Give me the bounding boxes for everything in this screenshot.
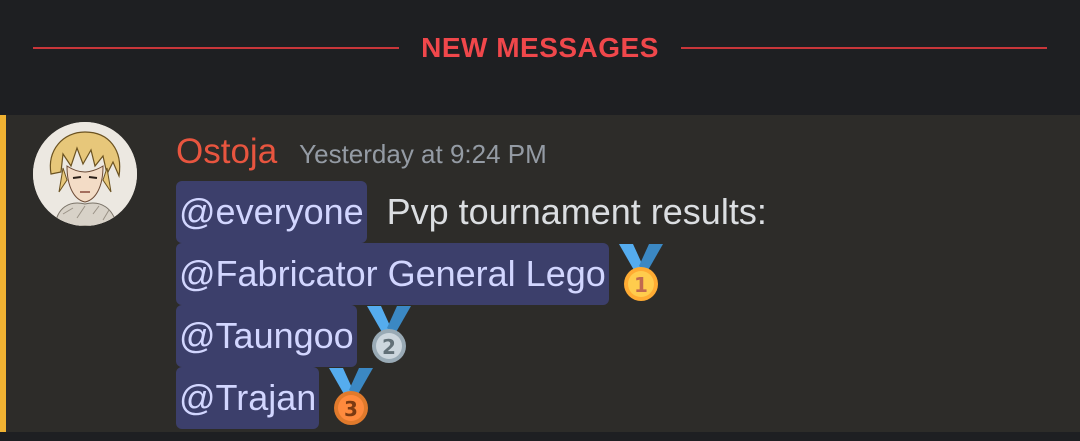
timestamp[interactable]: Yesterday at 9:24 PM: [299, 139, 547, 170]
message-line: @Trajan 3: [176, 366, 379, 430]
svg-text:3: 3: [344, 397, 358, 421]
first-place-medal-icon: 1: [613, 242, 669, 306]
second-place-medal-icon: 2: [361, 304, 417, 368]
mention-user[interactable]: @Trajan: [176, 367, 320, 429]
message-line: @Taungoo 2: [176, 304, 417, 368]
message-header: Ostoja Yesterday at 9:24 PM: [176, 132, 547, 176]
divider-line-right: [680, 47, 1047, 49]
mention-user[interactable]: @Fabricator General Lego: [176, 243, 609, 305]
avatar[interactable]: [33, 122, 137, 226]
mention-accent-bar: [0, 115, 6, 432]
svg-text:2: 2: [382, 335, 396, 359]
chat-view: NEW MESSAGES Ostoja Yesterday at 9:24 PM…: [0, 0, 1080, 441]
divider-line-left: [33, 47, 400, 49]
mention-everyone[interactable]: @everyone: [176, 181, 367, 243]
username[interactable]: Ostoja: [176, 132, 277, 172]
message-text: Pvp tournament results:: [386, 191, 767, 232]
message-line: @Fabricator General Lego 1: [176, 242, 669, 306]
bottom-strip: [0, 432, 1080, 441]
mention-user[interactable]: @Taungoo: [176, 305, 357, 367]
message-line: @everyone Pvp tournament results:: [176, 180, 767, 244]
third-place-medal-icon: 3: [323, 366, 379, 430]
new-messages-label: NEW MESSAGES: [421, 32, 659, 63]
new-messages-divider: NEW MESSAGES: [33, 28, 1047, 68]
svg-text:1: 1: [634, 273, 648, 297]
